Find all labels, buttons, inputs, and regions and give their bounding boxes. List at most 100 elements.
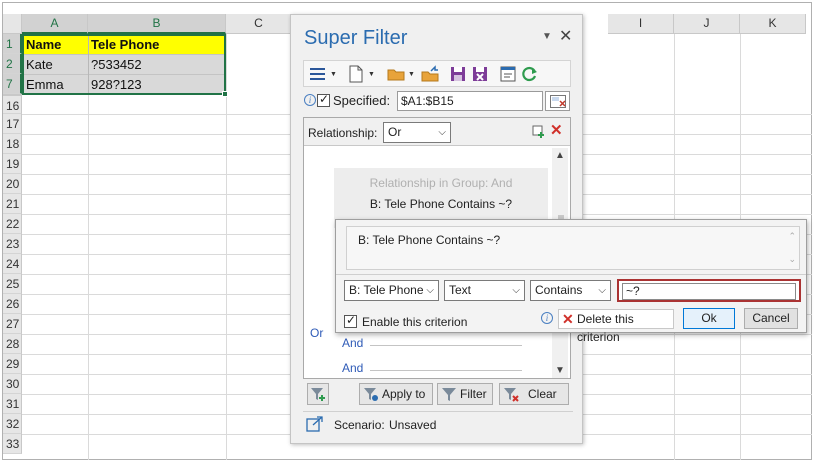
delete-criterion-label: Delete this criterion (577, 312, 634, 344)
row-header[interactable]: 2 (3, 54, 22, 74)
relationship-label: Relationship: (308, 126, 378, 140)
filter-button[interactable]: Filter (437, 383, 493, 405)
delete-criterion-button[interactable]: ✕ Delete this criterion (558, 309, 674, 344)
criterion-value-highlight: ~? (617, 279, 801, 302)
filter-label: Filter (460, 387, 487, 401)
row-header[interactable]: 31 (3, 394, 22, 414)
group-or-label[interactable]: Or (310, 326, 323, 340)
row-header[interactable]: 18 (3, 134, 22, 154)
cancel-button[interactable]: Cancel (744, 308, 798, 329)
column-select[interactable]: B: Tele Phone ⌵ (344, 280, 439, 301)
clear-button[interactable]: Clear (499, 383, 569, 405)
menu-icon[interactable] (308, 64, 328, 84)
scroll-up-icon[interactable]: ⌃ (788, 231, 796, 242)
column-header-j[interactable]: J (674, 14, 740, 34)
row-header[interactable]: 16 (3, 94, 22, 114)
row-header[interactable]: 29 (3, 354, 22, 374)
dropdown-arrow-icon[interactable]: ▼ (542, 31, 552, 42)
range-input[interactable]: $A1:$B15 (397, 91, 543, 111)
info-icon[interactable]: i (304, 94, 316, 106)
select-range-button[interactable] (545, 91, 570, 111)
row-header[interactable]: 26 (3, 294, 22, 314)
funnel-clear-icon (504, 388, 519, 402)
chevron-down-icon: ⌵ (438, 127, 446, 138)
column-header-c[interactable]: C (226, 14, 292, 34)
row-header[interactable]: 25 (3, 274, 22, 294)
scroll-down-icon[interactable]: ▼ (555, 365, 565, 376)
column-header-k[interactable]: K (740, 14, 806, 34)
row-header[interactable]: 22 (3, 214, 22, 234)
row-header[interactable]: 17 (3, 114, 22, 134)
add-filter-button[interactable] (307, 383, 329, 405)
type-select[interactable]: Text ⌵ (444, 280, 525, 301)
clear-label: Clear (528, 387, 557, 401)
funnel-icon (442, 388, 456, 401)
chevron-down-icon: ⌵ (426, 285, 434, 296)
new-file-icon[interactable] (346, 64, 366, 84)
and-label[interactable]: And (342, 336, 363, 350)
toolbar: ▼ ▼ ▼ (303, 60, 571, 87)
relationship-bar: Relationship: Or ⌵ ✕ (304, 118, 570, 146)
row-header[interactable]: 28 (3, 334, 22, 354)
selection-range[interactable] (22, 34, 226, 95)
close-icon[interactable]: ✕ (559, 26, 572, 46)
scenario-bar: Scenario: Unsaved (303, 411, 573, 433)
and-label[interactable]: And (342, 361, 363, 375)
grid-line (88, 34, 89, 460)
operator-select[interactable]: Contains ⌵ (530, 280, 611, 301)
row-header[interactable]: 33 (3, 434, 22, 454)
relationship-select[interactable]: Or ⌵ (383, 122, 451, 143)
ok-button[interactable]: Ok (683, 308, 735, 329)
chevron-down-icon[interactable]: ▼ (408, 71, 415, 78)
info-icon[interactable]: i (541, 312, 553, 324)
manage-scenarios-icon[interactable] (498, 64, 518, 84)
chevron-down-icon[interactable]: ▼ (330, 71, 337, 78)
add-group-icon[interactable] (532, 125, 545, 138)
column-header-i[interactable]: I (608, 14, 674, 34)
criterion-preview: B: Tele Phone Contains ~? ⌃ ⌄ (346, 226, 800, 270)
empty-criterion-line[interactable] (370, 370, 522, 371)
row-header[interactable]: 20 (3, 174, 22, 194)
criterion-summary[interactable]: B: Tele Phone Contains ~? (334, 197, 548, 211)
row-header[interactable]: 24 (3, 254, 22, 274)
apply-to-label: Apply to (382, 387, 426, 401)
enable-criterion-checkbox[interactable] (344, 313, 357, 328)
row-header[interactable]: 23 (3, 234, 22, 254)
column-header-a[interactable]: A (22, 14, 88, 34)
criterion-value-input[interactable]: ~? (622, 283, 796, 300)
open-folder-icon[interactable] (386, 64, 406, 84)
funnel-apply-icon (364, 388, 378, 401)
screen: A B C D I J K 1 2 7 16 17 18 19 20 21 22… (0, 0, 819, 464)
scroll-down-icon[interactable]: ⌄ (788, 254, 796, 265)
specified-checkbox[interactable] (317, 92, 330, 107)
panel-title: Super Filter (304, 27, 408, 49)
scenario-value: Unsaved (389, 418, 437, 432)
select-all-corner[interactable] (3, 14, 22, 34)
row-header[interactable]: 21 (3, 194, 22, 214)
scenario-link-icon[interactable] (306, 416, 324, 432)
empty-criterion-line[interactable] (370, 345, 522, 346)
action-buttons: Apply to Filter Clear (303, 383, 573, 407)
criterion-editor: B: Tele Phone Contains ~? ⌃ ⌄ B: Tele Ph… (335, 219, 807, 344)
column-select-value: B: Tele Phone (349, 283, 424, 297)
scenario-label: Scenario: (334, 418, 385, 432)
scroll-up-icon[interactable]: ▲ (555, 150, 565, 161)
save-as-icon[interactable] (470, 64, 490, 84)
specified-row: i Specified: $A1:$B15 (303, 91, 573, 113)
row-header[interactable]: 7 (3, 74, 22, 94)
row-header[interactable]: 19 (3, 154, 22, 174)
row-header[interactable]: 1 (3, 34, 22, 54)
group-relationship-label[interactable]: Relationship in Group: And (334, 176, 548, 190)
enable-criterion-label[interactable]: Enable this criterion (362, 315, 467, 329)
refresh-icon[interactable] (520, 64, 540, 84)
folder-export-icon[interactable] (420, 64, 440, 84)
row-header[interactable]: 27 (3, 314, 22, 334)
apply-to-button[interactable]: Apply to (359, 383, 433, 405)
delete-all-icon[interactable]: ✕ (550, 121, 563, 139)
row-header[interactable]: 30 (3, 374, 22, 394)
row-header[interactable]: 32 (3, 414, 22, 434)
save-icon[interactable] (448, 64, 468, 84)
column-header-b[interactable]: B (88, 14, 226, 34)
fill-handle[interactable] (222, 91, 228, 97)
chevron-down-icon[interactable]: ▼ (368, 71, 375, 78)
